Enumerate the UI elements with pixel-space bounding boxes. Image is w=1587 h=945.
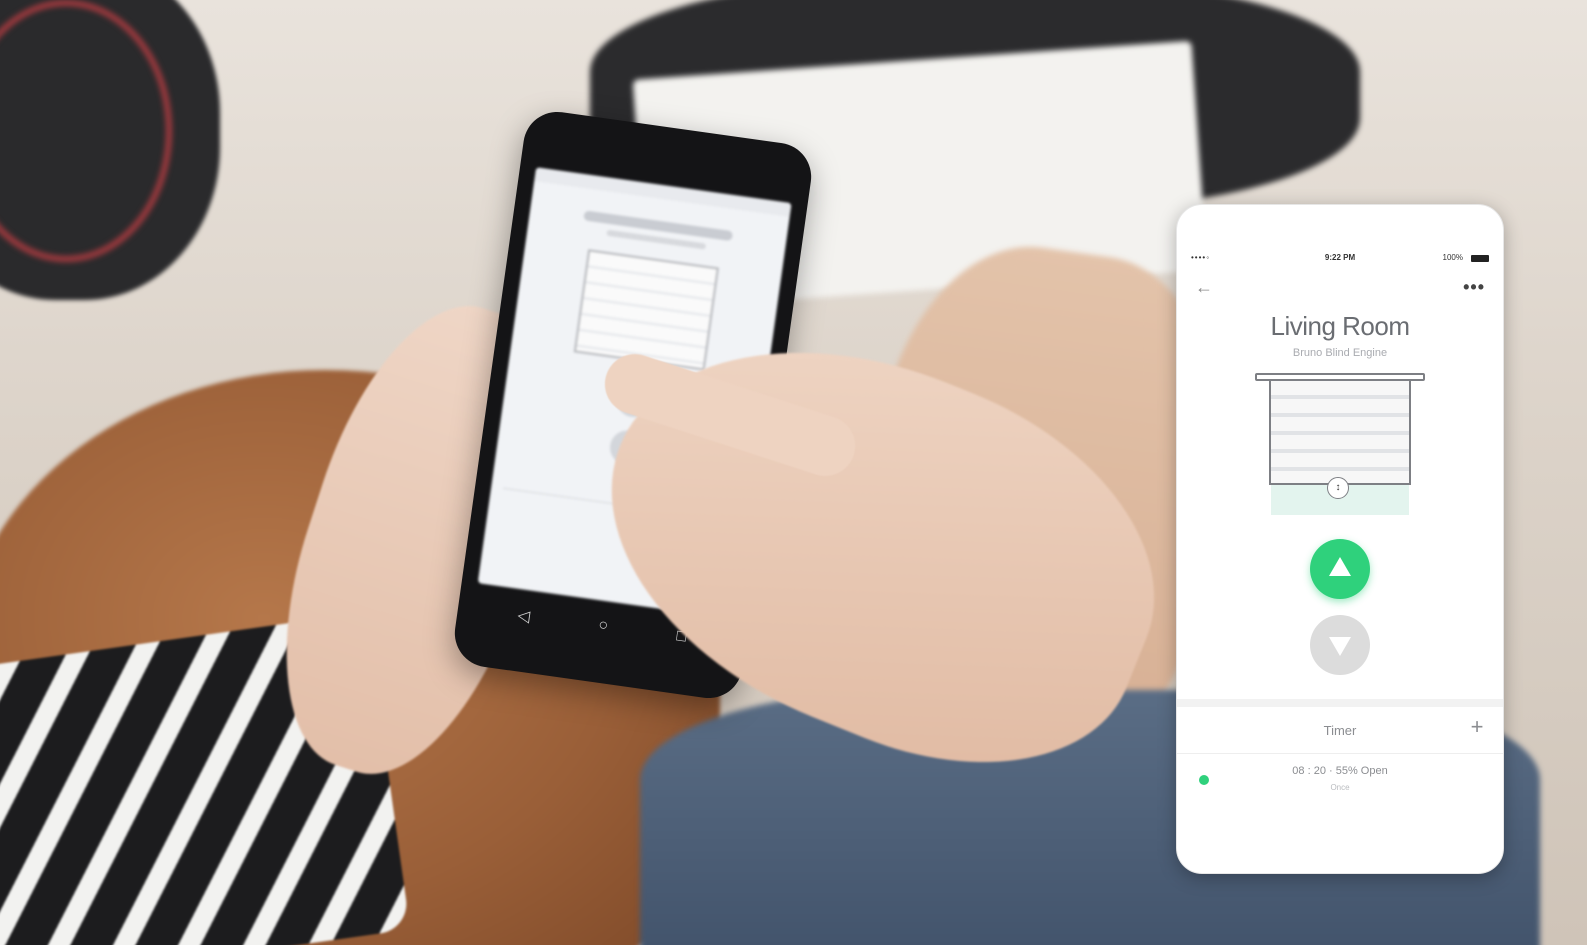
timer-list-item[interactable]: 08 : 20 · 55% Open Once bbox=[1177, 755, 1503, 813]
photo-scene: ◁ ○ □ ••••◦ 9:22 PM 100% ← ••• Living Ro… bbox=[0, 0, 1587, 945]
android-home-icon[interactable]: ○ bbox=[597, 616, 609, 637]
blind-slats bbox=[1269, 381, 1411, 485]
timer-schedule: 08 : 20 · 55% Open bbox=[1292, 765, 1388, 777]
back-arrow-icon[interactable]: ← bbox=[1195, 278, 1217, 296]
timer-label: Timer bbox=[1323, 723, 1357, 738]
room-title: Living Room bbox=[1270, 311, 1410, 341]
more-options-icon[interactable]: ••• bbox=[1463, 277, 1485, 298]
arrow-up-icon bbox=[1329, 557, 1351, 576]
add-timer-button[interactable]: + bbox=[1465, 715, 1489, 739]
close-blind-button[interactable] bbox=[1310, 615, 1370, 675]
timer-repeat: Once bbox=[1330, 783, 1350, 792]
timer-header: Timer + bbox=[1177, 707, 1503, 754]
device-subtitle: Bruno Blind Engine bbox=[1292, 347, 1388, 359]
android-back-icon[interactable]: ◁ bbox=[516, 605, 531, 627]
section-divider bbox=[1177, 699, 1503, 707]
android-blind-illustration bbox=[573, 249, 719, 371]
blind-illustration: ↕ bbox=[1255, 373, 1425, 523]
blind-drag-handle[interactable]: ↕ bbox=[1327, 477, 1349, 499]
ios-status-bar: ••••◦ 9:22 PM 100% bbox=[1177, 253, 1503, 267]
blind-rail bbox=[1255, 373, 1425, 381]
android-status-bar bbox=[534, 167, 792, 217]
ios-app-screen: ••••◦ 9:22 PM 100% ← ••• Living Room Bru… bbox=[1176, 204, 1504, 874]
arrow-down-icon bbox=[1329, 637, 1351, 656]
battery-percent: 100% bbox=[1442, 253, 1463, 262]
battery-icon bbox=[1471, 255, 1489, 262]
open-blind-button[interactable] bbox=[1310, 539, 1370, 599]
